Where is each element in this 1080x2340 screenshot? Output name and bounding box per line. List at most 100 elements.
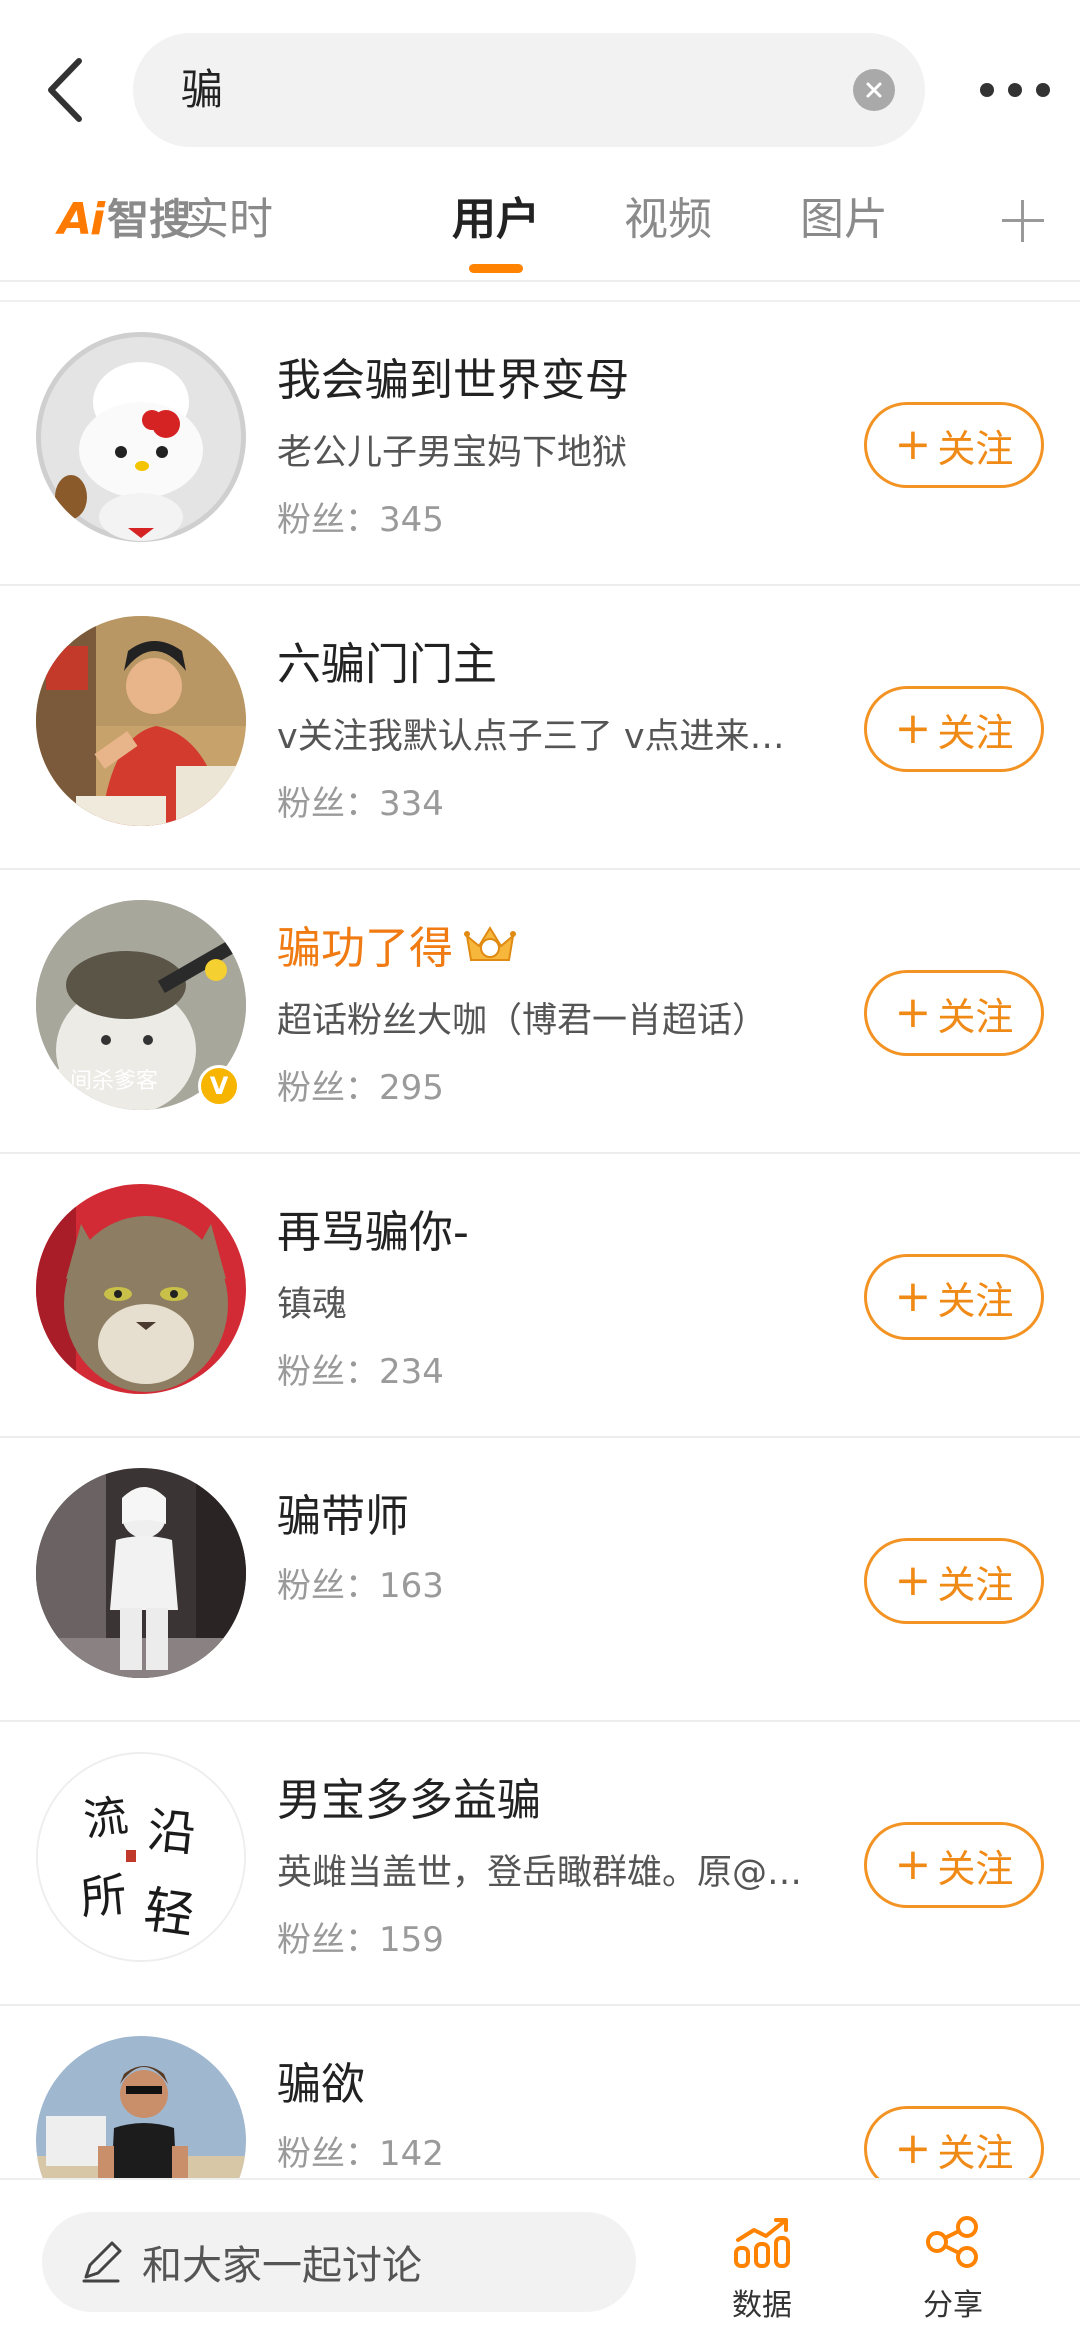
user-bio: v关注我默认点子三了 v点进来默… (277, 717, 817, 757)
verified-badge-icon: V (198, 1065, 240, 1107)
plus-icon: + (894, 2123, 932, 2174)
back-button[interactable] (30, 50, 100, 130)
tab-pictures[interactable]: 图片 (800, 180, 888, 270)
data-label: 数据 (732, 2288, 792, 2323)
fans-label: 粉丝： (277, 1920, 379, 1960)
user-name[interactable]: 骗功了得 (277, 912, 517, 976)
list-item[interactable]: 六骗门门主 v关注我默认点子三了 v点进来默… 粉丝：334 + 关注 (0, 586, 1080, 870)
search-tabs: Ai 智搜 实时 用户 视频 图片 (0, 180, 1080, 282)
fans-number: 295 (379, 1068, 444, 1108)
follow-button[interactable]: + 关注 (864, 402, 1044, 488)
calligraphy-char: 所 (78, 1867, 129, 1925)
calligraphy-char: 沿 (145, 1802, 199, 1863)
user-name[interactable]: 六骗门门主 (277, 628, 497, 692)
fans-count: 粉丝：295 (277, 1060, 444, 1109)
follow-label: 关注 (937, 1278, 1014, 1323)
follow-button[interactable]: + 关注 (864, 1822, 1044, 1908)
pencil-icon (82, 2241, 122, 2283)
list-item[interactable]: 骗带师 粉丝：163 + 关注 (0, 1438, 1080, 1722)
discussion-placeholder: 和大家一起讨论 (142, 2243, 422, 2289)
ai-logo-text: Ai (58, 194, 105, 245)
fans-count: 粉丝：163 (277, 1558, 444, 1607)
add-tab-icon[interactable] (1000, 198, 1046, 244)
user-bio: 英雌当盖世，登岳瞰群雄。原@… (277, 1853, 803, 1893)
follow-label: 关注 (937, 1562, 1014, 1607)
user-name[interactable]: 骗欲 (277, 2048, 365, 2112)
plus-icon: + (894, 1839, 932, 1890)
follow-label: 关注 (937, 426, 1014, 471)
fans-count: 粉丝：234 (277, 1344, 444, 1393)
fans-number: 159 (379, 1920, 444, 1960)
user-name[interactable]: 我会骗到世界变母 (277, 344, 629, 408)
fans-number: 163 (379, 1566, 444, 1606)
tab-label: 智搜 (107, 195, 192, 244)
plus-icon: + (894, 987, 932, 1038)
fans-number: 345 (379, 500, 444, 540)
crown-icon (464, 926, 516, 961)
plus-icon: + (894, 1555, 932, 1606)
follow-button[interactable]: + 关注 (864, 686, 1044, 772)
follow-label: 关注 (937, 710, 1014, 755)
calligraphy-char: 轻 (140, 1880, 198, 1944)
fans-label: 粉丝： (277, 784, 379, 824)
follow-label: 关注 (937, 1846, 1014, 1891)
bottom-action-bar: 和大家一起讨论 数据 分享 (0, 2178, 1080, 2340)
avatar[interactable] (36, 1468, 246, 1678)
list-item[interactable]: 我会骗到世界变母 老公儿子男宝妈下地狱 粉丝：345 + 关注 (0, 302, 1080, 586)
share-icon (926, 2216, 978, 2268)
share-button[interactable]: 分享 (893, 2216, 1013, 2324)
tab-ai-search[interactable]: Ai 智搜 (58, 180, 191, 260)
fans-label: 粉丝： (277, 2134, 379, 2174)
follow-button[interactable]: + 关注 (864, 970, 1044, 1056)
clear-circle-icon (866, 82, 882, 98)
user-bio: 镇魂 (277, 1285, 348, 1325)
data-button[interactable]: 数据 (702, 2216, 822, 2324)
fans-label: 粉丝： (277, 1566, 379, 1606)
fans-number: 142 (379, 2134, 444, 2174)
active-tab-indicator (469, 264, 523, 273)
follow-label: 关注 (937, 994, 1014, 1039)
fans-count: 粉丝：334 (277, 776, 444, 825)
more-dots-icon[interactable] (980, 75, 1050, 105)
list-item[interactable]: 再骂骗你- 镇魂 粉丝：234 + 关注 (0, 1154, 1080, 1438)
follow-button[interactable]: + 关注 (864, 1254, 1044, 1340)
tab-video[interactable]: 视频 (624, 180, 712, 270)
chart-icon (734, 2218, 790, 2268)
tab-realtime[interactable]: 实时 (185, 180, 273, 270)
avatar-caption: 人间杀爹客 (48, 1069, 158, 1094)
user-bio: 超话粉丝大咖（博君一肖超话） (277, 1001, 768, 1041)
follow-button[interactable]: + 关注 (864, 1538, 1044, 1624)
plus-icon: + (894, 1271, 932, 1322)
avatar[interactable] (36, 1184, 246, 1394)
avatar[interactable] (36, 616, 246, 826)
avatar[interactable] (36, 332, 246, 542)
list-item[interactable]: 流 沿 所 轻 男宝多多益骗 英雌当盖世，登岳瞰群雄。原@… 粉丝：159 + 关… (0, 1722, 1080, 2006)
follow-label: 关注 (937, 2130, 1014, 2175)
discussion-input[interactable]: 和大家一起讨论 (42, 2212, 636, 2312)
fans-count: 粉丝：159 (277, 1912, 444, 1961)
calligraphy-char: 流 (80, 1790, 131, 1847)
user-results-list: 我会骗到世界变母 老公儿子男宝妈下地狱 粉丝：345 + 关注 六骗门门主 v关注… (0, 302, 1080, 2290)
clear-search-button[interactable] (853, 69, 895, 111)
user-name[interactable]: 男宝多多益骗 (277, 1764, 541, 1828)
fans-count: 粉丝：142 (277, 2126, 444, 2175)
user-name-text: 骗功了得 (277, 923, 453, 974)
user-bio: 老公儿子男宝妈下地狱 (277, 433, 628, 473)
search-input[interactable]: 骗 (133, 33, 925, 147)
list-item[interactable]: 人间杀爹客 V 骗功了得 超话粉丝大咖（博君一肖超话） 粉丝：295 + 关注 (0, 870, 1080, 1154)
fans-label: 粉丝： (277, 1068, 379, 1108)
fans-number: 234 (379, 1352, 444, 1392)
top-bar: 骗 (0, 0, 1080, 180)
fans-label: 粉丝： (277, 1352, 379, 1392)
plus-icon: + (894, 419, 932, 470)
fans-number: 334 (379, 784, 444, 824)
share-label: 分享 (923, 2288, 983, 2323)
plus-icon: + (894, 703, 932, 754)
avatar[interactable]: 流 沿 所 轻 (36, 1752, 246, 1962)
user-name[interactable]: 骗带师 (277, 1480, 409, 1544)
fans-count: 粉丝：345 (277, 492, 444, 541)
back-arrow-icon (48, 58, 82, 122)
tab-users[interactable]: 用户 (452, 180, 540, 270)
user-name[interactable]: 再骂骗你- (277, 1196, 469, 1260)
search-query-text: 骗 (181, 65, 224, 114)
